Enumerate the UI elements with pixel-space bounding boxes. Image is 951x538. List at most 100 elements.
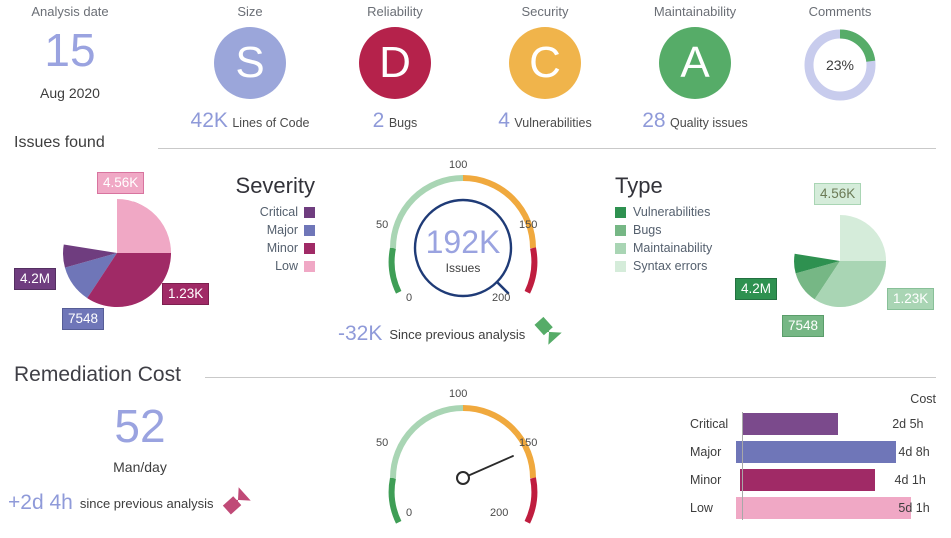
- kpi-grade-size: S: [214, 27, 286, 99]
- remediation-delta-value: +2d 4h: [8, 491, 73, 514]
- cost-bar-low: [736, 497, 912, 519]
- type-legend-swatch-maintainability: [615, 242, 626, 254]
- issues-gauge-tick-0: 0: [406, 292, 413, 304]
- arrow-down-right-icon: [534, 316, 562, 345]
- type-legend-item-maintainability[interactable]: Maintainability: [615, 241, 775, 255]
- kpi-grade-maintainability: A: [659, 27, 731, 99]
- issues-section-title: Issues found: [14, 134, 105, 151]
- severity-legend-item-critical[interactable]: Critical: [205, 205, 315, 219]
- cost-bar-wrap-critical: [740, 413, 892, 435]
- severity-pie-label-critical: 4.2M: [14, 268, 57, 290]
- issues-gauge-caption: Issues: [445, 261, 481, 275]
- issues-delta-text: Since previous analysis: [389, 326, 526, 342]
- kpi-grade-reliability: D: [359, 27, 431, 99]
- kpi-value-maintainability: 28: [642, 109, 666, 132]
- cost-label-critical: Critical: [690, 417, 729, 431]
- kpi-unit-maintainability: Quality issues: [670, 116, 748, 130]
- cost-bar-wrap-minor: [737, 469, 882, 491]
- analysis-date-day: 15: [44, 24, 96, 76]
- type-pie-label-vulnerabilities: 4.2M: [735, 278, 778, 300]
- type-legend-label-vulnerabilities: Vulnerabilities: [633, 205, 711, 219]
- type-legend-swatch-bugs: [615, 224, 626, 236]
- remediation-gauge-tick-150: 150: [519, 437, 538, 449]
- arrow-up-right-icon: [222, 487, 251, 515]
- type-legend-swatch-syntax-errors: [615, 260, 626, 272]
- table-row[interactable]: Major 4d 8h: [690, 440, 940, 464]
- cost-value-minor: 4d 1h: [894, 473, 926, 487]
- remediation-gauge-tick-100: 100: [449, 388, 468, 400]
- severity-legend-label-low: Low: [275, 259, 298, 273]
- remediation-unit: Man/day: [113, 459, 167, 475]
- severity-pie-label-major: 7548: [62, 308, 105, 330]
- severity-legend-label-minor: Minor: [266, 241, 298, 255]
- comments-title: Comments: [808, 4, 872, 19]
- type-legend-label-maintainability: Maintainability: [633, 241, 713, 255]
- type-legend-item-syntax-errors[interactable]: Syntax errors: [615, 259, 775, 273]
- kpi-card-maintainability[interactable]: Maintainability A 28 Quality issues: [620, 4, 770, 133]
- severity-legend-swatch-low: [304, 260, 315, 272]
- severity-pie-chart[interactable]: [62, 198, 172, 308]
- severity-legend-label-major: Major: [266, 223, 298, 237]
- kpi-value-reliability: 2: [372, 109, 385, 132]
- kpi-value-row-maintainability: 28 Quality issues: [620, 109, 770, 133]
- severity-legend-title: Severity: [235, 173, 315, 198]
- kpi-unit-security: Vulnerabilities: [514, 116, 592, 130]
- bar-axis-line: [742, 412, 743, 520]
- comments-card[interactable]: Comments 23%: [780, 4, 900, 105]
- table-row[interactable]: Minor 4d 1h: [690, 468, 940, 492]
- kpi-card-reliability[interactable]: Reliability D 2 Bugs: [325, 4, 465, 133]
- severity-legend-item-major[interactable]: Major: [205, 223, 315, 237]
- kpi-value-row-reliability: 2 Bugs: [325, 109, 465, 133]
- table-row[interactable]: Low 5d 1h: [690, 496, 940, 520]
- severity-pie-label-low: 4.56K: [97, 172, 145, 194]
- kpi-card-security[interactable]: Security C 4 Vulnerabilities: [470, 4, 620, 133]
- remediation-value: 52: [114, 400, 166, 452]
- analysis-date-card: Analysis date 15 Aug 2020: [10, 4, 130, 101]
- gauge-needle: [462, 455, 514, 479]
- type-legend-label-syntax-errors: Syntax errors: [633, 259, 708, 273]
- severity-legend-label-critical: Critical: [259, 205, 298, 219]
- type-pie-label-maintainability: 1.23K: [887, 288, 935, 310]
- remediation-gauge-tick-0: 0: [406, 507, 413, 519]
- issues-gauge-value: 192K: [425, 224, 501, 260]
- type-pie-label-bugs: 7548: [782, 315, 825, 337]
- kpi-value-row-security: 4 Vulnerabilities: [470, 109, 620, 133]
- severity-legend-swatch-major: [304, 224, 315, 236]
- cost-value-low: 5d 1h: [898, 501, 930, 515]
- comments-percent-label: 23%: [825, 57, 855, 73]
- kpi-title-reliability: Reliability: [367, 4, 423, 19]
- issues-section-divider: [158, 148, 936, 149]
- severity-legend-item-minor[interactable]: Minor: [205, 241, 315, 255]
- cost-bar-wrap-low: [733, 497, 912, 519]
- severity-pie-label-minor: 1.23K: [162, 283, 210, 305]
- remediation-section-divider: [205, 377, 936, 378]
- type-legend-label-bugs: Bugs: [633, 223, 662, 237]
- severity-legend: Severity Critical Major Minor Low: [205, 173, 315, 273]
- severity-legend-item-low[interactable]: Low: [205, 259, 315, 273]
- issues-gauge-tick-100: 100: [449, 159, 468, 171]
- cost-bar-critical: [742, 413, 838, 435]
- table-row[interactable]: Critical 2d 5h: [690, 412, 940, 436]
- issues-delta: -32K Since previous analysis: [338, 316, 566, 348]
- remediation-gauge[interactable]: [373, 388, 553, 538]
- type-legend-title: Type: [615, 173, 663, 198]
- cost-label-minor: Minor: [690, 473, 722, 487]
- severity-legend-swatch-minor: [304, 242, 315, 254]
- issues-gauge-tick-50: 50: [376, 219, 389, 231]
- type-legend-item-vulnerabilities[interactable]: Vulnerabilities: [615, 205, 775, 219]
- kpi-card-size[interactable]: Size S 42K Lines of Code: [175, 4, 325, 133]
- type-legend-item-bugs[interactable]: Bugs: [615, 223, 775, 237]
- type-pie-chart[interactable]: [793, 214, 887, 308]
- kpi-value-size: 42K: [190, 109, 228, 132]
- cost-label-major: Major: [690, 445, 722, 459]
- cost-bar-wrap-major: [733, 441, 897, 463]
- issues-gauge-tick-200: 200: [492, 292, 511, 304]
- cost-bar-chart[interactable]: Cost Critical 2d 5h Major 4d 8h Minor 4d…: [690, 392, 940, 520]
- kpi-value-row-size: 42K Lines of Code: [175, 109, 325, 133]
- issues-gauge-tick-150: 150: [519, 219, 538, 231]
- cost-column-header: Cost: [910, 392, 936, 406]
- cost-value-critical: 2d 5h: [892, 417, 924, 431]
- kpi-value-security: 4: [498, 109, 510, 132]
- gauge-hub: [456, 471, 470, 485]
- remediation-gauge-tick-50: 50: [376, 437, 389, 449]
